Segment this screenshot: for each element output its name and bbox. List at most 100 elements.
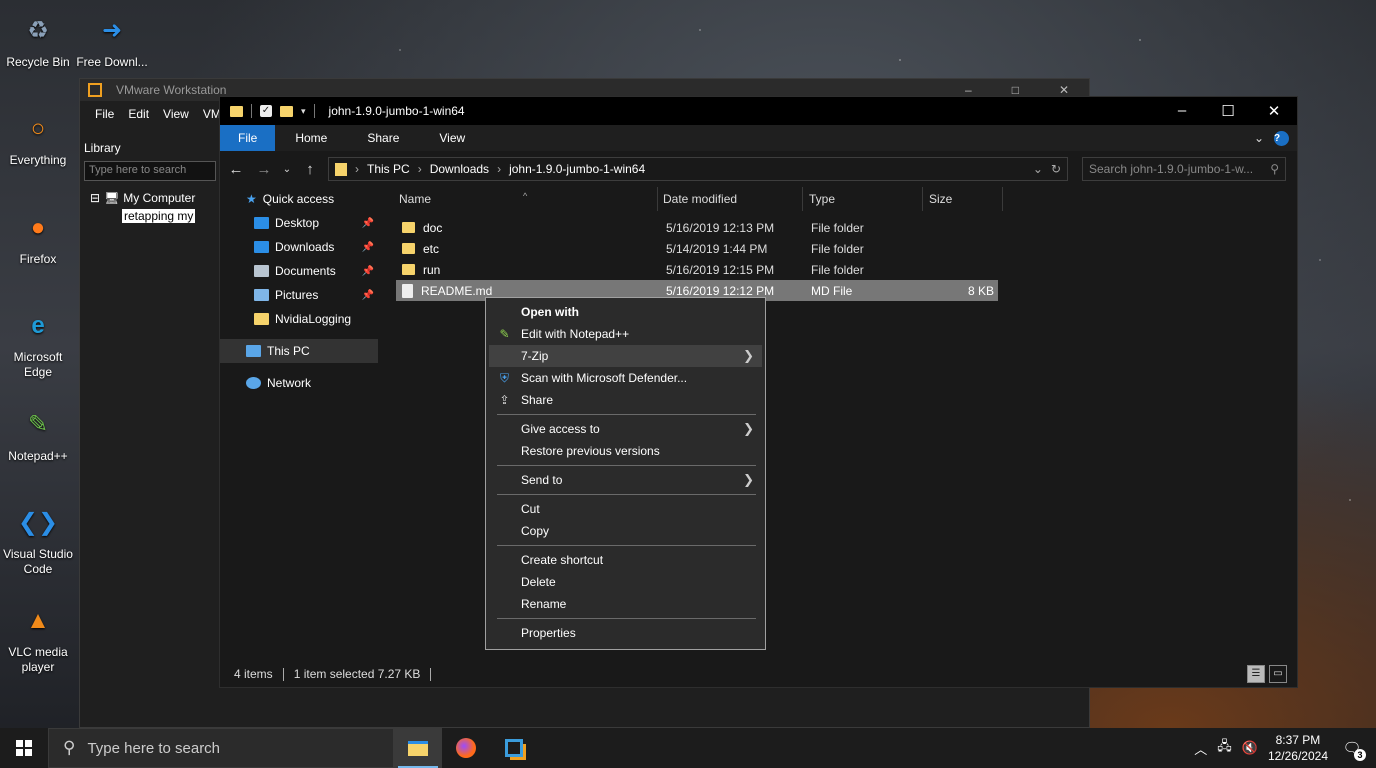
back-button[interactable]: ←	[226, 161, 246, 178]
taskbar-firefox[interactable]	[442, 728, 490, 768]
menu-view[interactable]: View	[156, 107, 196, 121]
pin-icon[interactable]: 📌	[362, 266, 374, 277]
nav-desktop[interactable]: Desktop 📌	[220, 211, 378, 235]
breadcrumb-downloads[interactable]: Downloads	[430, 162, 489, 176]
new-folder-quick-icon[interactable]	[280, 105, 293, 117]
minimize-icon[interactable]: –	[965, 83, 972, 97]
menu-item-copy[interactable]: Copy	[489, 520, 762, 542]
menu-item-delete[interactable]: Delete	[489, 571, 762, 593]
desktop-icon-vlc-media-player[interactable]: ▲ VLC media player	[2, 598, 74, 675]
nav-network[interactable]: Network	[220, 371, 378, 395]
desktop-icon-recycle-bin[interactable]: ♻ Recycle Bin	[2, 8, 74, 70]
taskbar-vmware[interactable]	[490, 728, 538, 768]
recent-locations-icon[interactable]: ⌄	[282, 164, 292, 175]
free-download-manager-icon: ➜	[101, 16, 123, 44]
desktop-icon-microsoft-edge[interactable]: e Microsoft Edge	[2, 303, 74, 380]
menu-item-edit-with-notepad[interactable]: ✎ Edit with Notepad++	[489, 323, 762, 345]
menu-item-cut[interactable]: Cut	[489, 498, 762, 520]
desktop-icon-free-download-manager[interactable]: ➜ Free Downl...	[76, 8, 148, 70]
expand-ribbon-icon[interactable]: ⌄	[1254, 131, 1264, 145]
notifications-icon[interactable]: 🗨 3	[1338, 734, 1366, 762]
tab-share[interactable]: Share	[347, 125, 419, 151]
properties-quick-icon[interactable]: ✓	[260, 105, 272, 117]
menu-item-properties[interactable]: Properties	[489, 622, 762, 644]
desktop-icon-visual-studio-code[interactable]: ❮❯ Visual Studio Code	[2, 500, 74, 577]
tree-my-computer[interactable]: ⊟ 🖥 My Computer	[90, 189, 210, 207]
tab-home[interactable]: Home	[275, 125, 347, 151]
desktop-icon-everything[interactable]: ○ Everything	[2, 106, 74, 168]
column-type[interactable]: Type	[803, 187, 923, 211]
submenu-arrow-icon: ❯	[743, 348, 754, 363]
menu-item-7-zip[interactable]: 7-Zip ❯	[489, 345, 762, 367]
menu-file[interactable]: File	[88, 107, 121, 121]
maximize-button[interactable]: ☐	[1205, 102, 1251, 120]
menu-item-share[interactable]: ⇪ Share	[489, 389, 762, 411]
file-row[interactable]: run 5/16/2019 12:15 PM File folder	[396, 259, 998, 280]
menu-separator	[497, 618, 756, 619]
taskbar-search-input[interactable]: ⚲ Type here to search	[48, 728, 394, 768]
network-icon[interactable]: 🖧	[1217, 737, 1232, 759]
help-icon[interactable]: ?	[1274, 130, 1289, 146]
taskbar-file-explorer[interactable]	[394, 728, 442, 768]
start-button[interactable]	[0, 728, 48, 768]
column-size[interactable]: Size	[923, 187, 1003, 211]
nav-nvidialogging[interactable]: NvidiaLogging	[220, 307, 378, 331]
pin-icon[interactable]: 📌	[362, 290, 374, 301]
up-button[interactable]: ↑	[300, 161, 320, 178]
file-name: README.md	[421, 283, 493, 298]
menu-item-rename[interactable]: Rename	[489, 593, 762, 615]
tree-vm-rename-input[interactable]: retapping my	[122, 209, 196, 223]
desktop-icon-label: Recycle Bin	[6, 55, 70, 69]
menu-item-give-access-to[interactable]: Give access to ❯	[489, 418, 762, 440]
address-dropdown-icon[interactable]: ⌄	[1033, 162, 1043, 176]
menu-item-send-to[interactable]: Send to ❯	[489, 469, 762, 491]
file-row[interactable]: etc 5/14/2019 1:44 PM File folder	[396, 238, 998, 259]
details-view-icon[interactable]: ☰	[1247, 665, 1265, 683]
library-search-input[interactable]: Type here to search	[84, 161, 216, 181]
file-row[interactable]: doc 5/16/2019 12:13 PM File folder	[396, 217, 998, 238]
tab-file[interactable]: File	[220, 125, 276, 151]
nav-documents[interactable]: Documents 📌	[220, 259, 378, 283]
desktop-icon-notepad-plus-plus[interactable]: ✎ Notepad++	[2, 402, 74, 464]
file-name: etc	[423, 241, 440, 256]
breadcrumb-this-pc[interactable]: This PC	[367, 162, 410, 176]
menu-item-create-shortcut[interactable]: Create shortcut	[489, 549, 762, 571]
tree-vm-item[interactable]: retapping my	[90, 207, 210, 225]
collapse-icon[interactable]: ⊟	[90, 191, 100, 205]
menu-item-scan-with-microsoft-defender[interactable]: ⛨ Scan with Microsoft Defender...	[489, 367, 762, 389]
menu-separator	[497, 494, 756, 495]
nav-this-pc[interactable]: This PC	[220, 339, 378, 363]
explorer-titlebar[interactable]: ✓ ▾ john-1.9.0-jumbo-1-win64 – ☐ ✕	[220, 97, 1297, 125]
search-input[interactable]: Search john-1.9.0-jumbo-1-w... ⚲	[1082, 157, 1286, 181]
forward-button[interactable]: →	[254, 161, 274, 178]
nav-pictures[interactable]: Pictures 📌	[220, 283, 378, 307]
close-button[interactable]: ✕	[1251, 102, 1297, 120]
desktop-icon-label: Free Downl...	[76, 55, 148, 69]
address-bar[interactable]: › This PC › Downloads › john-1.9.0-jumbo…	[328, 157, 1068, 181]
menu-edit[interactable]: Edit	[121, 107, 156, 121]
menu-item-restore-previous-versions[interactable]: Restore previous versions	[489, 440, 762, 462]
item-count: 4 items	[234, 667, 273, 681]
vmware-icon	[505, 739, 523, 757]
nav-quick-access[interactable]: ★ Quick access	[220, 187, 378, 211]
volume-muted-icon[interactable]: 🔇	[1242, 740, 1258, 756]
ribbon-tabs: File Home Share View ⌄ ?	[220, 125, 1297, 151]
desktop-icon-firefox[interactable]: ● Firefox	[2, 205, 74, 267]
show-hidden-icons-icon[interactable]: ︿	[1194, 739, 1207, 758]
minimize-button[interactable]: –	[1159, 102, 1205, 120]
refresh-icon[interactable]: ↻	[1051, 162, 1061, 176]
large-icons-view-icon[interactable]: ▭	[1269, 665, 1287, 683]
tab-view[interactable]: View	[419, 125, 485, 151]
maximize-icon[interactable]: □	[1012, 83, 1019, 97]
close-icon[interactable]: ✕	[1059, 83, 1069, 97]
nav-downloads[interactable]: Downloads 📌	[220, 235, 378, 259]
menu-item-open-with[interactable]: Open with	[489, 301, 762, 323]
quick-access-toolbar-dropdown-icon[interactable]: ▾	[301, 106, 306, 117]
clock[interactable]: 8:37 PM 12/26/2024	[1268, 732, 1328, 764]
breadcrumb-current[interactable]: john-1.9.0-jumbo-1-win64	[509, 162, 645, 176]
column-date-modified[interactable]: Date modified	[658, 187, 803, 211]
pin-icon[interactable]: 📌	[362, 218, 374, 229]
taskbar: ⚲ Type here to search ︿ 🖧 🔇 8:37 PM 12/2…	[0, 728, 1376, 768]
folder-icon	[402, 222, 415, 233]
pin-icon[interactable]: 📌	[362, 242, 374, 253]
